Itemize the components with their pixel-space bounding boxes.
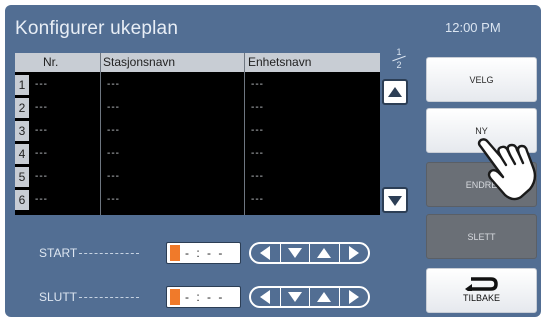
- page-total: 2: [396, 60, 402, 70]
- schedule-screen: Konfigurer ukeplan 12:00 PM Nr. Stasjons…: [5, 5, 541, 317]
- start-arrow-pad: [249, 242, 370, 264]
- row-number: 6: [15, 190, 29, 210]
- cell-unit: ---: [251, 148, 264, 159]
- cell-station: ---: [107, 171, 120, 182]
- arrow-up-icon: [317, 248, 332, 258]
- cell-nr: ---: [35, 79, 48, 90]
- row-number: 1: [15, 75, 29, 95]
- stop-up-button[interactable]: [309, 288, 339, 306]
- stop-right-button[interactable]: [338, 288, 369, 306]
- table-row[interactable]: 5 --- --- ---: [15, 167, 380, 187]
- edit-cursor: [170, 289, 180, 305]
- table-row[interactable]: 2 --- --- ---: [15, 98, 380, 118]
- cell-nr: ---: [35, 102, 48, 113]
- delete-button[interactable]: SLETT: [426, 214, 537, 259]
- table-row[interactable]: 1 --- --- ---: [15, 75, 380, 95]
- stop-left-button[interactable]: [251, 288, 280, 306]
- start-down-button[interactable]: [279, 244, 310, 262]
- stop-label: SLUTT: [39, 290, 140, 304]
- cell-nr: ---: [35, 125, 48, 136]
- schedule-table: Nr. Stasjonsnavn Enhetsnavn 1 --- --- --…: [15, 53, 380, 215]
- back-arrow-icon: [464, 277, 498, 291]
- row-number: 2: [15, 98, 29, 118]
- scroll-up-button[interactable]: [382, 79, 408, 105]
- cell-unit: ---: [251, 79, 264, 90]
- stop-arrow-pad: [249, 286, 370, 308]
- select-button[interactable]: VELG: [426, 57, 537, 102]
- start-right-button[interactable]: [338, 244, 369, 262]
- row-number: 4: [15, 144, 29, 164]
- row-number: 3: [15, 121, 29, 141]
- table-header: Nr. Stasjonsnavn Enhetsnavn: [15, 53, 380, 72]
- table-row[interactable]: 3 --- --- ---: [15, 121, 380, 141]
- leader-line: [79, 297, 140, 299]
- arrow-left-icon: [260, 290, 271, 304]
- page-indicator: 1 2: [387, 47, 411, 70]
- table-row[interactable]: 4 --- --- ---: [15, 144, 380, 164]
- start-time-field[interactable]: - : - -: [166, 242, 241, 264]
- scroll-up-icon: [388, 87, 402, 97]
- cell-station: ---: [107, 148, 120, 159]
- leader-line: [79, 253, 140, 255]
- stop-time-value: - : - -: [185, 290, 225, 304]
- back-button-label: TILBAKE: [462, 293, 500, 303]
- cell-nr: ---: [35, 148, 48, 159]
- cell-unit: ---: [251, 171, 264, 182]
- cell-unit: ---: [251, 125, 264, 136]
- cell-nr: ---: [35, 171, 48, 182]
- header-nr: Nr.: [43, 55, 59, 69]
- cell-station: ---: [107, 102, 120, 113]
- header-station-name: Stasjonsnavn: [103, 55, 176, 69]
- scroll-down-icon: [388, 196, 402, 206]
- arrow-right-icon: [348, 290, 359, 304]
- cell-unit: ---: [251, 102, 264, 113]
- arrow-down-icon: [287, 292, 302, 302]
- scroll-down-button[interactable]: [382, 187, 408, 213]
- cell-station: ---: [107, 79, 120, 90]
- start-label: START: [39, 246, 140, 260]
- edit-cursor: [170, 245, 180, 261]
- arrow-up-icon: [317, 292, 332, 302]
- start-time-value: - : - -: [185, 246, 225, 260]
- start-left-button[interactable]: [251, 244, 280, 262]
- start-up-button[interactable]: [309, 244, 339, 262]
- cell-unit: ---: [251, 194, 264, 205]
- arrow-right-icon: [348, 246, 359, 260]
- arrow-down-icon: [287, 248, 302, 258]
- stop-time-field[interactable]: - : - -: [166, 286, 241, 308]
- row-number: 5: [15, 167, 29, 187]
- cell-station: ---: [107, 125, 120, 136]
- start-label-text: START: [39, 246, 78, 260]
- page-title: Konfigurer ukeplan: [15, 18, 179, 39]
- clock: 12:00 PM: [445, 20, 501, 35]
- stop-label-text: SLUTT: [39, 290, 78, 304]
- table-row[interactable]: 6 --- --- ---: [15, 190, 380, 210]
- cell-station: ---: [107, 194, 120, 205]
- pointing-hand-icon: [477, 138, 537, 201]
- stop-down-button[interactable]: [279, 288, 310, 306]
- arrow-left-icon: [260, 246, 271, 260]
- cell-nr: ---: [35, 194, 48, 205]
- header-unit-name: Enhetsnavn: [248, 55, 312, 69]
- page-current: 1: [396, 47, 402, 57]
- back-button[interactable]: TILBAKE: [426, 268, 537, 313]
